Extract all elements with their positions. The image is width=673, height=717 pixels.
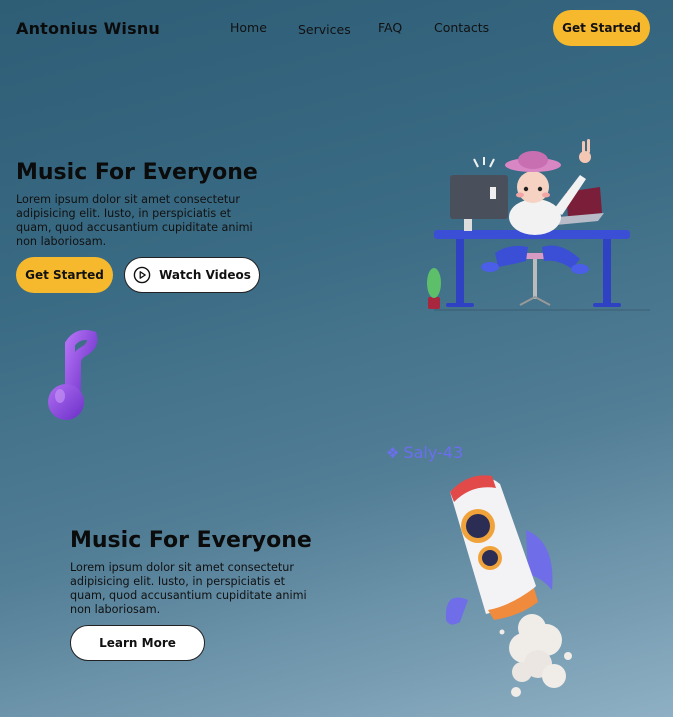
desk-character-illustration xyxy=(427,139,650,311)
nav-home[interactable]: Home xyxy=(230,20,267,35)
component-diamond-icon: ❖ xyxy=(386,443,400,462)
hero-description: Lorem ipsum dolor sit amet consectetur a… xyxy=(16,193,253,248)
nav-faq[interactable]: FAQ xyxy=(378,20,402,35)
section-title: Music For Everyone xyxy=(70,528,312,553)
watch-videos-label: Watch Videos xyxy=(159,268,251,282)
layer-label: ❖ Saly-43 xyxy=(386,443,463,462)
layer-label-text: Saly-43 xyxy=(403,443,464,462)
hero-title: Music For Everyone xyxy=(16,160,258,185)
learn-more-button[interactable]: Learn More xyxy=(70,625,205,661)
section-description: Lorem ipsum dolor sit amet consectetur a… xyxy=(70,561,307,616)
nav-contacts[interactable]: Contacts xyxy=(434,20,489,35)
rocket-illustration xyxy=(445,475,572,697)
header-get-started-button[interactable]: Get Started xyxy=(553,10,650,46)
hero-get-started-button[interactable]: Get Started xyxy=(16,257,113,293)
music-note-illustration xyxy=(48,330,98,420)
play-circle-icon xyxy=(133,266,151,284)
brand-logo[interactable]: Antonius Wisnu xyxy=(16,19,160,38)
watch-videos-button[interactable]: Watch Videos xyxy=(124,257,260,293)
nav-services[interactable]: Services xyxy=(298,22,351,37)
